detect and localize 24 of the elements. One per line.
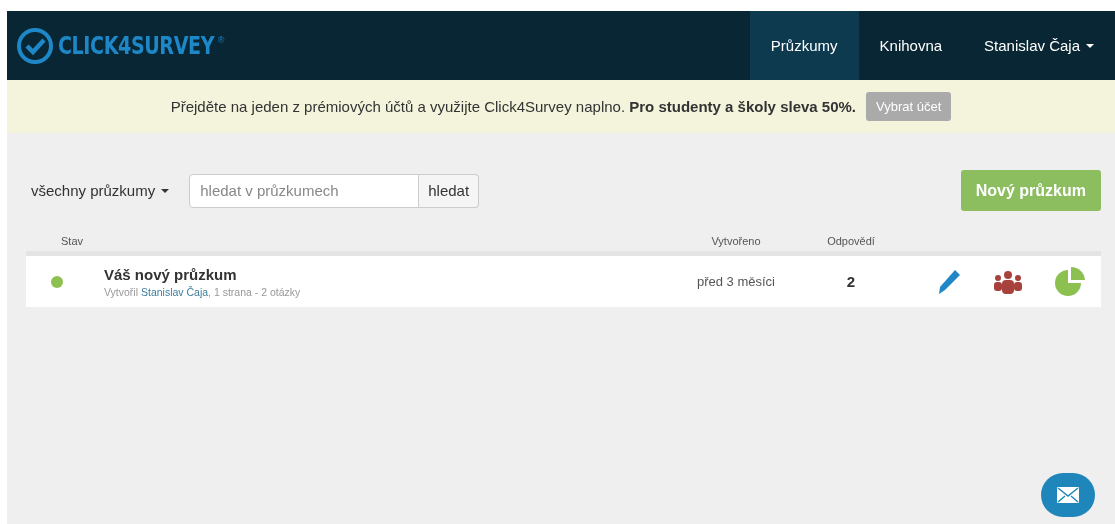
- pencil-icon[interactable]: [937, 268, 961, 295]
- promo-text: Přejděte na jeden z prémiových účtů a využijte Click4Survey naplno. Pro studenty a školy sleva 50%.: [170, 98, 857, 115]
- survey-meta: Vytvořil Stanislav Čaja, 1 strana - 2 otázky: [104, 285, 302, 298]
- user-menu[interactable]: Stanislav Čaja: [963, 11, 1115, 80]
- logo-text[interactable]: CLICK4SURVEY: [58, 31, 215, 60]
- message-button[interactable]: [1041, 473, 1095, 517]
- column-header: Odpovědí: [827, 235, 875, 249]
- check-circle-icon: [16, 26, 54, 65]
- search-field[interactable]: hledat v průzkumech: [189, 173, 420, 208]
- column-header: Vytvořeno: [711, 235, 761, 249]
- registered-mark: ®: [217, 34, 225, 45]
- column-header: Stav: [61, 235, 83, 249]
- responses-cell: 2: [846, 273, 856, 290]
- people-icon[interactable]: [993, 269, 1023, 294]
- filter-dropdown[interactable]: všechny průzkumy: [31, 182, 170, 199]
- search-button[interactable]: hledat: [419, 173, 480, 208]
- survey-title[interactable]: Váš nový průzkum: [104, 265, 661, 283]
- caret-icon: [1086, 43, 1094, 48]
- nav-item[interactable]: Průzkumy: [749, 11, 859, 80]
- caret-icon: [161, 188, 170, 193]
- created-cell: před 3 měsíci: [696, 274, 775, 289]
- pie-chart-icon[interactable]: [1055, 266, 1085, 297]
- nav-item[interactable]: Knihovna: [858, 11, 964, 80]
- envelope-icon: [1057, 487, 1079, 503]
